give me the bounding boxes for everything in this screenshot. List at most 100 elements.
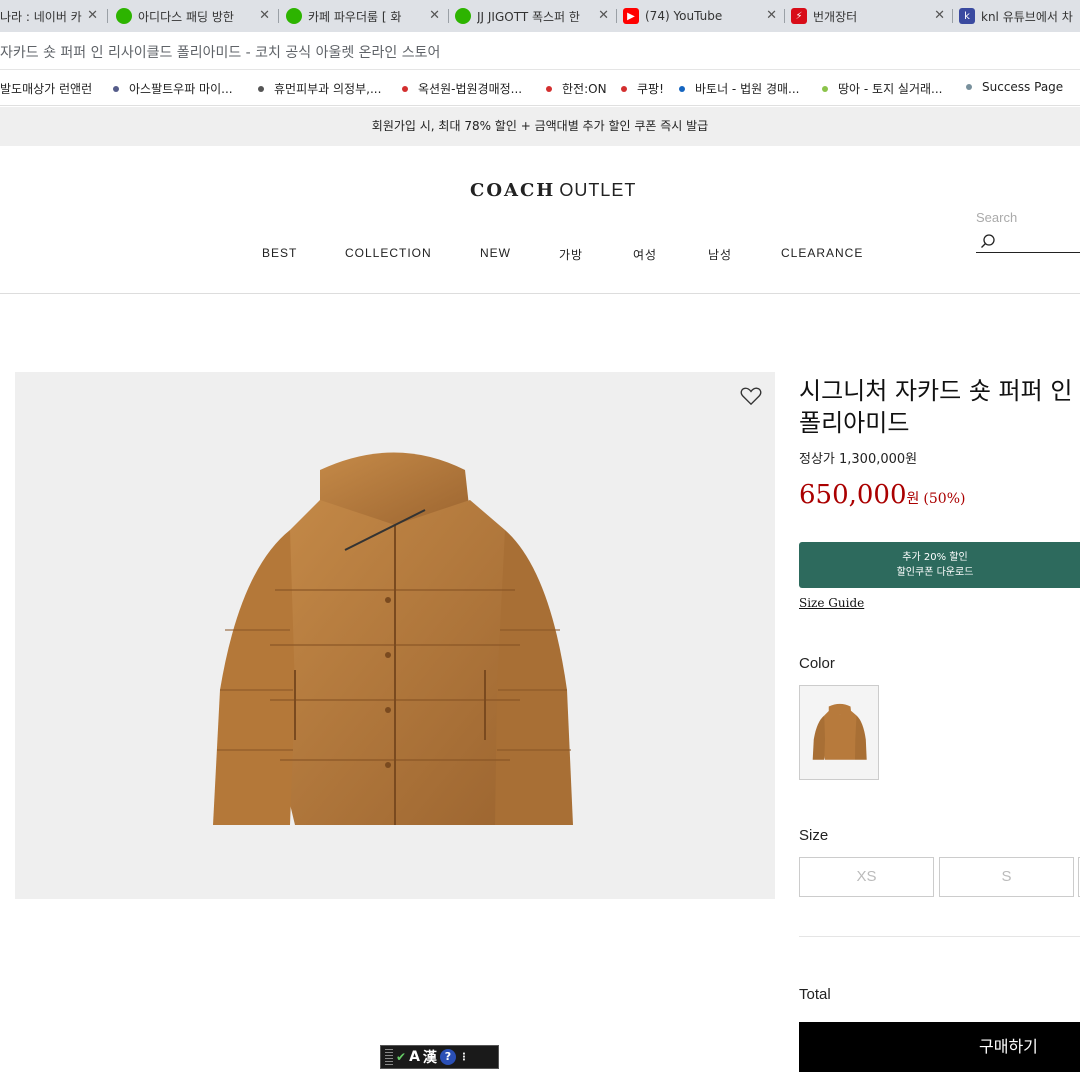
bookmark-dot-icon xyxy=(679,85,685,92)
checkmark-icon[interactable]: ✔ xyxy=(396,1050,406,1064)
nav-clearance[interactable]: CLEARANCE xyxy=(781,246,863,260)
tab-title: 아디다스 패딩 방한 xyxy=(138,9,234,24)
browser-tab[interactable]: k knl 유튜브에서 차 xyxy=(959,0,1080,32)
buy-button[interactable]: 구매하기 xyxy=(799,1022,1080,1072)
bookmark-item[interactable]: 바토너 - 법원 경매... xyxy=(679,80,800,97)
nav-women[interactable]: 여성 xyxy=(633,246,657,263)
promo-banner[interactable]: 회원가입 시, 최대 78% 할인 + 금액대별 추가 할인 쿠폰 즉시 발급 xyxy=(0,107,1080,146)
browser-tab[interactable]: 카페 파우더룸 [ 화 ✕ xyxy=(286,0,448,32)
color-label: Color xyxy=(799,655,835,672)
bookmark-dot-icon xyxy=(966,83,972,90)
bookmark-dot-icon xyxy=(402,85,408,92)
bookmark-label: 발도매상가 런앤런 xyxy=(0,82,93,96)
browser-tab[interactable]: ⚡ 번개장터 ✕ xyxy=(791,0,953,32)
product-title-line2: 폴리아미드 xyxy=(799,409,910,437)
close-icon[interactable]: ✕ xyxy=(87,8,98,23)
help-icon[interactable]: ? xyxy=(439,1049,456,1065)
address-text[interactable]: 자카드 숏 퍼퍼 인 리사이클드 폴리아미드 - 코치 공식 아울렛 온라인 스… xyxy=(0,42,440,62)
swatch-jacket-image xyxy=(812,703,867,760)
size-guide-link[interactable]: Size Guide xyxy=(799,596,864,610)
bookmark-item[interactable]: 아스팔트우파 마이... xyxy=(113,80,233,97)
browser-tab[interactable]: ▶ (74) YouTube ✕ xyxy=(623,0,785,32)
color-swatch[interactable] xyxy=(799,685,879,780)
logo-outlet: OUTLET xyxy=(559,180,637,200)
app-icon: k xyxy=(959,8,975,24)
browser-tab[interactable]: 나라 : 네이버 카 ✕ xyxy=(0,0,106,32)
tab-title: JJ JIGOTT 폭스퍼 한 xyxy=(477,9,580,24)
promo-text: 회원가입 시, 최대 78% 할인 + 금액대별 추가 할인 쿠폰 즉시 발급 xyxy=(371,119,709,133)
tab-separator xyxy=(107,9,108,23)
header-divider xyxy=(0,293,1080,294)
bookmark-label: Success Page xyxy=(982,80,1064,94)
coupon-line2: 할인쿠폰 다운로드 xyxy=(896,567,974,578)
tab-title: 번개장터 xyxy=(813,9,858,24)
cafe-icon xyxy=(455,8,471,24)
bookmark-label: 쿠팡! xyxy=(637,82,664,96)
discount-rate: (50%) xyxy=(923,491,966,507)
nav-men[interactable]: 남성 xyxy=(708,246,732,263)
address-bar[interactable]: 자카드 숏 퍼퍼 인 리사이클드 폴리아미드 - 코치 공식 아울렛 온라인 스… xyxy=(0,32,1080,70)
bookmark-item[interactable]: 휴먼피부과 의정부,... xyxy=(258,80,381,97)
product-title: 시그니처 자카드 숏 퍼퍼 인 폴리아미드 xyxy=(799,375,1072,439)
size-label: Size xyxy=(799,827,829,844)
size-option-xs[interactable]: XS xyxy=(799,857,934,897)
bookmark-dot-icon xyxy=(258,85,264,92)
ime-toolbar[interactable]: ✔ A 漢 ? ⋮ xyxy=(380,1045,499,1069)
logo-coach: COACH xyxy=(470,180,556,201)
bookmark-dot-icon xyxy=(113,85,119,92)
bookmark-label: 땅아 - 토지 실거래... xyxy=(838,82,943,96)
bookmark-item[interactable]: 쿠팡! xyxy=(621,80,664,97)
close-icon[interactable]: ✕ xyxy=(259,8,270,23)
sale-price: 650,000원 (50%) xyxy=(799,480,965,510)
nav-new[interactable]: NEW xyxy=(480,246,511,260)
size-option-s[interactable]: S xyxy=(939,857,1074,897)
sale-amount: 650,000 xyxy=(799,480,907,510)
bookmark-dot-icon xyxy=(546,85,552,92)
search-input[interactable]: Search xyxy=(976,210,1017,225)
browser-tab-strip: 나라 : 네이버 카 ✕ 아디다스 패딩 방한 ✕ 카페 파우더룸 [ 화 ✕ … xyxy=(0,0,1080,32)
close-icon[interactable]: ✕ xyxy=(766,8,777,23)
bookmark-dot-icon xyxy=(822,85,828,92)
product-title-line1: 시그니처 자카드 숏 퍼퍼 인 xyxy=(799,377,1073,405)
tab-title: (74) YouTube xyxy=(645,9,723,23)
browser-tab[interactable]: JJ JIGOTT 폭스퍼 한 ✕ xyxy=(455,0,617,32)
heart-icon[interactable] xyxy=(740,386,762,406)
bookmark-item[interactable]: 한전:ON xyxy=(546,80,607,97)
total-label: Total xyxy=(799,986,831,1003)
grip-handle-icon[interactable] xyxy=(385,1049,393,1065)
currency: 원 xyxy=(906,491,920,507)
jacket-image xyxy=(213,452,573,825)
bookmark-item[interactable]: Success Page xyxy=(966,80,1063,94)
browser-tab[interactable]: 아디다스 패딩 방한 ✕ xyxy=(116,0,278,32)
close-icon[interactable]: ✕ xyxy=(934,8,945,23)
bookmark-item[interactable]: 땅아 - 토지 실거래... xyxy=(822,80,943,97)
close-icon[interactable]: ✕ xyxy=(429,8,440,23)
menu-dots-icon[interactable]: ⋮ xyxy=(459,1052,469,1063)
bookmark-item[interactable]: 발도매상가 런앤런 xyxy=(0,80,92,97)
ime-hanja[interactable]: 漢 xyxy=(423,1047,437,1067)
nav-collection[interactable]: COLLECTION xyxy=(345,246,432,260)
coupon-download-button[interactable]: 추가 20% 할인 할인쿠폰 다운로드 xyxy=(799,542,1080,588)
youtube-icon: ▶ xyxy=(623,8,639,24)
bookmark-label: 아스팔트우파 마이... xyxy=(129,82,233,96)
site-logo[interactable]: COACH OUTLET xyxy=(470,180,636,201)
nav-best[interactable]: BEST xyxy=(262,246,297,260)
tab-separator xyxy=(448,9,449,23)
tab-separator xyxy=(616,9,617,23)
bunjang-icon: ⚡ xyxy=(791,8,807,24)
ime-mode[interactable]: A xyxy=(409,1049,420,1065)
coupon-line1: 추가 20% 할인 xyxy=(902,552,968,563)
bookmark-item[interactable]: 옥션원-법원경매정... xyxy=(402,80,522,97)
regular-price: 정상가 1,300,000원 xyxy=(799,452,918,467)
nav-bags[interactable]: 가방 xyxy=(559,246,583,263)
close-icon[interactable]: ✕ xyxy=(598,8,609,23)
search-icon[interactable] xyxy=(980,233,996,249)
bookmark-dot-icon xyxy=(621,85,627,92)
bookmark-label: 한전:ON xyxy=(562,82,607,96)
section-divider xyxy=(799,936,1080,937)
bookmark-label: 휴먼피부과 의정부,... xyxy=(274,82,382,96)
search-underline xyxy=(976,252,1080,253)
tab-separator xyxy=(784,9,785,23)
tab-separator xyxy=(278,9,279,23)
tab-title: 카페 파우더룸 [ 화 xyxy=(308,9,402,24)
